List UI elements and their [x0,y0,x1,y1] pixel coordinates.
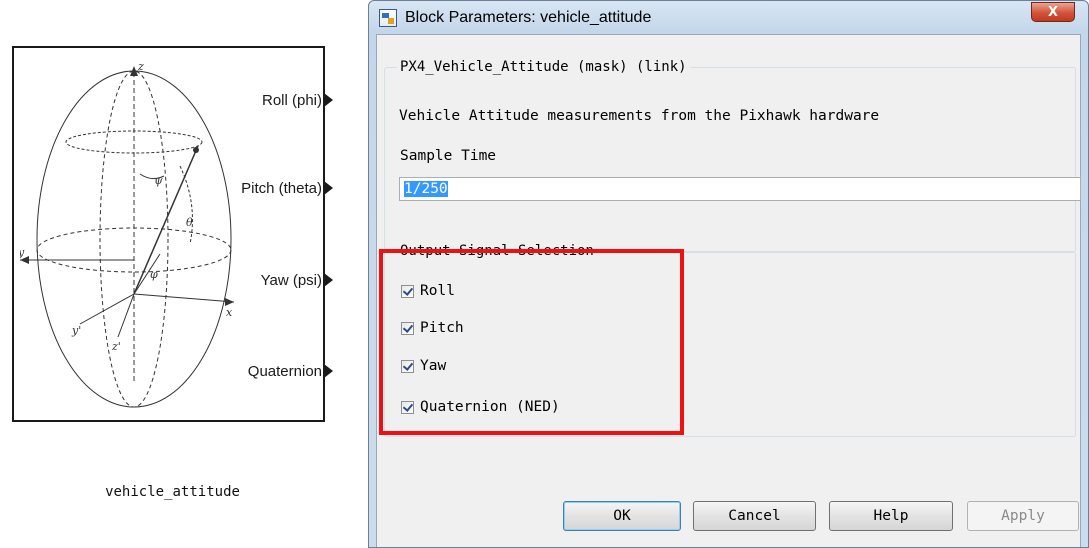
dialog-title: Block Parameters: vehicle_attitude [405,8,652,26]
block-caption[interactable]: vehicle_attitude [0,484,345,500]
output-port-arrow-icon [324,93,333,107]
apply-button: Apply [967,501,1079,531]
close-icon: X [1047,4,1059,20]
y-prime-axis [79,293,135,325]
z-prime-axis [117,293,135,338]
port-roll[interactable]: Roll (phi) [262,91,333,109]
label-y: y [20,246,25,259]
label-x: x [226,306,233,319]
port-label: Quaternion [247,362,322,380]
label-theta: θ [186,216,193,229]
label-psi: ψ [154,174,163,187]
attitude-diagram: z y y' x z' ψ θ φ [20,60,235,408]
top-ring [65,130,203,154]
output-port-arrow-icon [324,364,333,378]
label-phi: φ [150,268,158,281]
port-pitch[interactable]: Pitch (theta) [241,179,333,197]
cancel-button[interactable]: Cancel [693,501,816,531]
mask-group-title: PX4_Vehicle_Attitude (mask) (link) [397,58,690,76]
help-button[interactable]: Help [829,501,953,531]
sample-time-value: 1/250 [404,181,448,197]
port-label: Roll (phi) [261,91,322,109]
port-quaternion[interactable]: Quaternion [248,362,333,380]
x-arrow [225,298,234,306]
output-port-arrow-icon [324,273,333,287]
sample-time-input[interactable]: 1/250 [399,177,1081,201]
port-yaw[interactable]: Yaw (psi) [261,271,333,289]
ok-button[interactable]: OK [563,501,681,531]
output-port-arrow-icon [324,181,333,195]
label-z: z [137,60,144,73]
port-label: Yaw (psi) [260,271,322,289]
sample-time-label: Sample Time [400,148,497,164]
x-axis-line [133,293,235,303]
highlight-box [379,249,684,435]
label-z-prime: z' [111,340,121,353]
simulink-block[interactable]: z y y' x z' ψ θ φ Roll (phi) Pitch (thet… [12,46,333,422]
label-y-prime: y' [71,324,81,337]
title-bar[interactable]: Block Parameters: vehicle_attitude X [369,1,1088,34]
simulink-block-icon [379,8,397,27]
mask-description: Vehicle Attitude measurements from the P… [399,108,880,124]
close-button[interactable]: X [1031,2,1075,22]
port-label: Pitch (theta) [241,179,322,197]
point-marker [193,147,199,153]
